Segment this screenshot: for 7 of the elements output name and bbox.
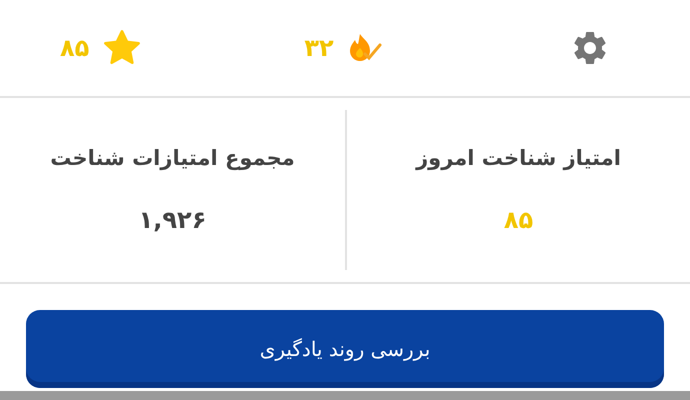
streak-count: ۳۲ — [304, 34, 334, 62]
learning-progress-button[interactable]: بررسی روند یادگیری — [26, 310, 664, 388]
stat-label: مجموع امتیازات شناخت — [50, 146, 295, 170]
stat-value: ۸۵ — [504, 206, 534, 234]
stars-count: ۸۵ — [60, 34, 90, 62]
stat-value: ۱,۹۲۶ — [138, 206, 206, 234]
stat-label: امتیاز شناخت امروز — [416, 146, 621, 170]
